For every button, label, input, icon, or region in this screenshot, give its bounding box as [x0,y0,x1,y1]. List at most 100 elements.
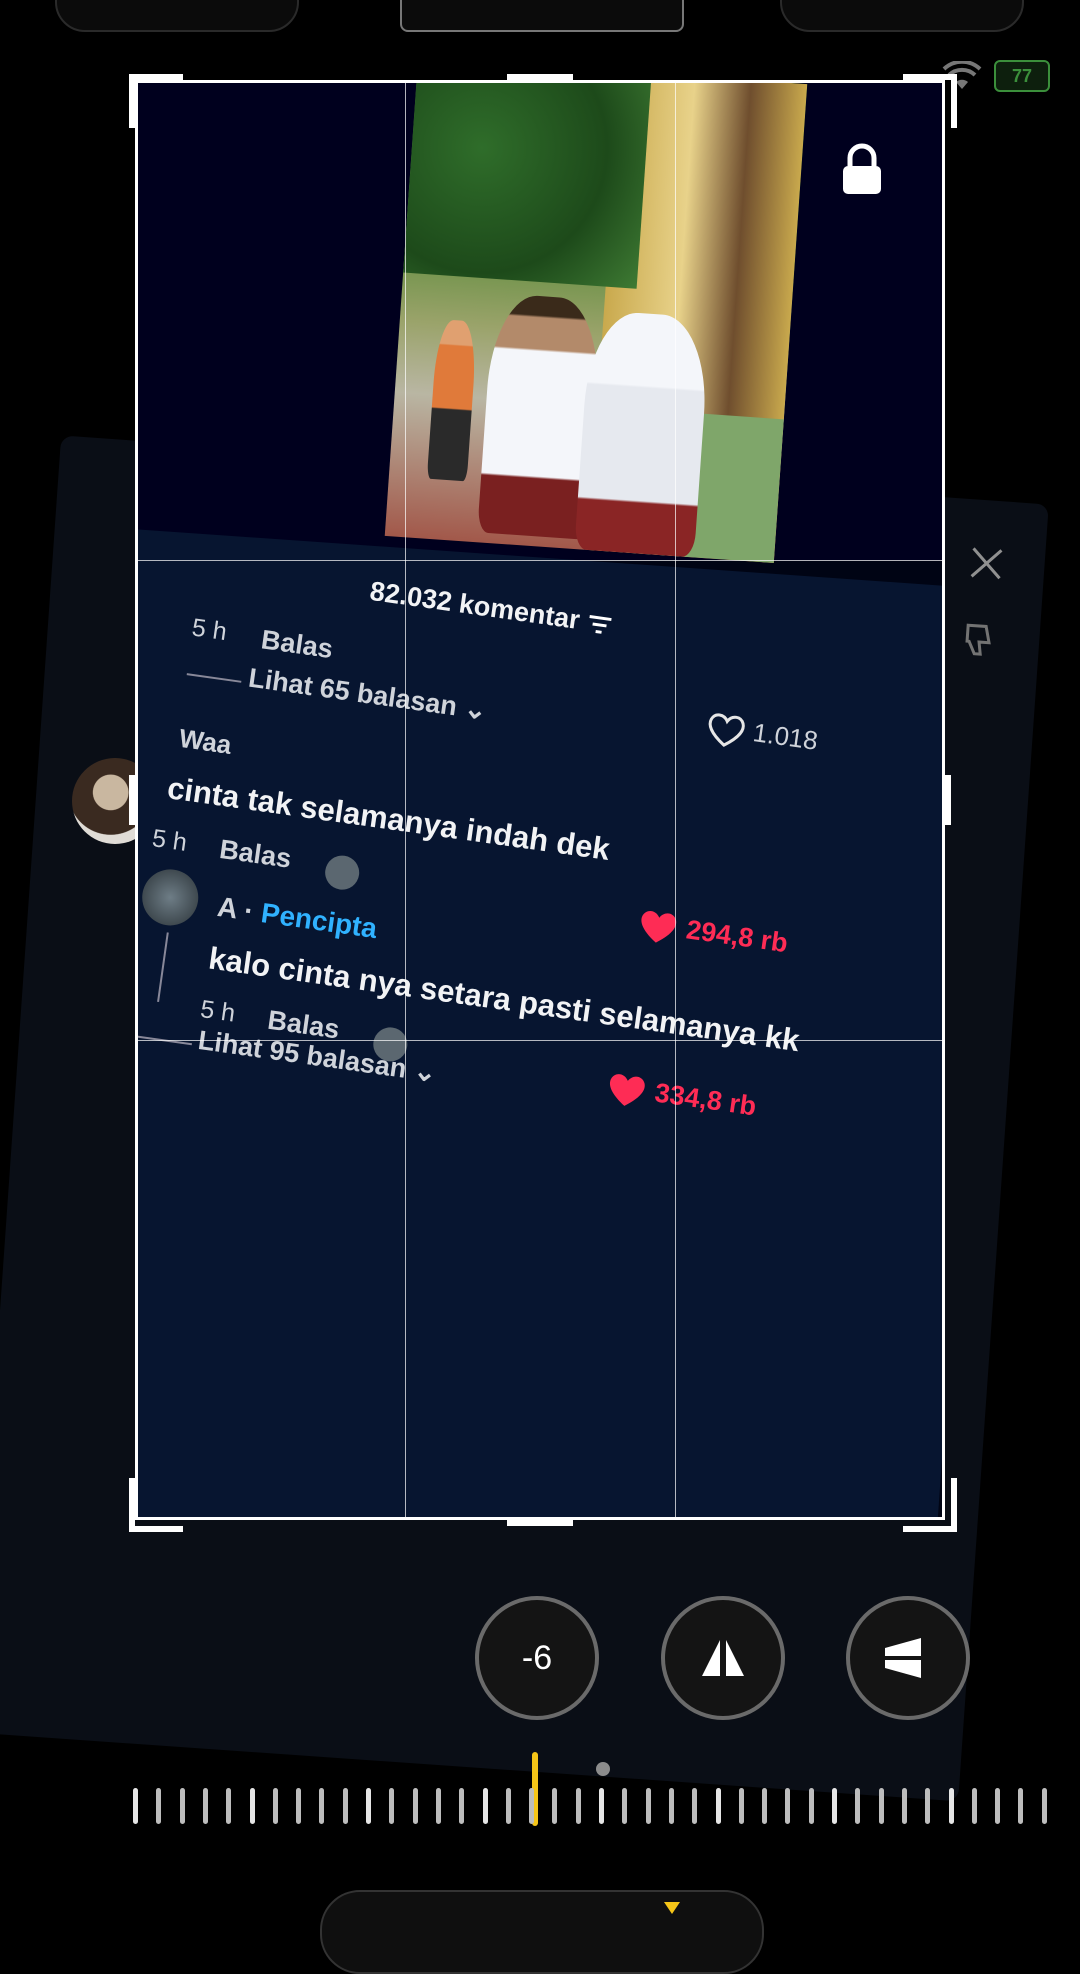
crop-handle-top-right[interactable] [903,74,957,128]
person-girl [574,309,711,558]
ruler-tick [296,1788,302,1824]
lock-icon[interactable] [840,142,884,196]
ruler-tick [668,1788,674,1824]
crop-handle-bottom-right[interactable] [903,1478,957,1532]
top-left-control[interactable] [55,0,299,32]
see-replies-65[interactable]: Lihat 65 balasan ⌄ [247,663,489,727]
grid-line-h2 [135,1040,945,1041]
status-bar: 77 [942,60,1050,92]
ruler-center-dot [596,1762,610,1776]
like-count: 334,8 rb [652,1077,759,1122]
flip-vertical-button[interactable] [661,1596,785,1720]
ruler-tick [878,1788,884,1824]
reply-time: 5 h [150,824,188,858]
like-count: 1.018 [751,717,820,756]
close-icon[interactable] [967,544,1005,582]
ruler-tick [692,1788,698,1824]
crop-handle-bottom-left[interactable] [129,1478,183,1532]
ruler-tick [948,1788,954,1824]
crop-handle-left[interactable] [129,775,137,825]
flip-horizontal-button[interactable] [846,1596,970,1720]
reply-label[interactable]: Balas [259,624,335,664]
active-tab-indicator [664,1902,680,1914]
ruler-tick [1018,1788,1024,1824]
ruler-tick [505,1788,511,1824]
reply-button[interactable]: Balas [259,624,335,665]
time-label: 5 h [150,824,189,857]
rotation-ruler[interactable] [133,1788,1047,1828]
ruler-tick [389,1788,395,1824]
ruler-tick [552,1788,558,1824]
ruler-tick [832,1788,837,1824]
reply-time: 5 h [198,995,237,1029]
reply-button[interactable]: Balas [217,834,294,875]
heart-icon[interactable] [603,1069,650,1112]
top-center-control[interactable] [400,0,684,32]
ruler-tick [459,1788,465,1824]
ruler-tick [645,1788,651,1824]
username-label[interactable]: Waa [177,723,233,760]
ruler-tick [855,1788,861,1824]
creator-badge: Pencipta [259,897,380,945]
crop-handle-top-left[interactable] [129,74,183,128]
creator-liked-avatar [322,853,362,892]
like-count-c1[interactable]: 294,8 rb [635,905,790,964]
avatar[interactable] [138,865,202,930]
person-child [426,318,478,482]
ruler-tick [808,1788,814,1824]
ruler-tick [156,1788,162,1824]
ruler-tick [785,1788,791,1824]
thread-line [157,932,169,1002]
crop-handle-top[interactable] [507,74,573,82]
ruler-tick [202,1788,208,1824]
comment-username[interactable]: A · Pencipta [215,891,380,945]
ruler-tick [1041,1788,1047,1824]
grid-line-v1 [405,80,406,1520]
ruler-tick [925,1788,931,1824]
like-count-c2[interactable]: 334,8 rb [603,1069,758,1128]
ruler-tick [226,1788,232,1824]
ruler-tick [412,1788,418,1824]
crop-area[interactable]: 82.032 komentar 5 h Balas Lihat 65 balas… [135,80,945,1520]
grid-line-h1 [135,560,945,561]
filter-icon[interactable] [585,613,614,636]
thumb-down-icon[interactable] [958,619,1001,662]
ruler-tick [482,1788,488,1824]
rotation-angle-button[interactable]: -6 [475,1596,599,1720]
ruler-tick [995,1788,1001,1824]
ruler-tick [575,1788,581,1824]
tree-canopy [403,80,652,289]
grid-line-v2 [675,80,676,1520]
ruler-tick [249,1788,255,1824]
ruler-tick [319,1788,325,1824]
rotation-value: -6 [521,1638,553,1677]
like-count-1018[interactable]: 1.018 [704,710,820,761]
top-right-control[interactable] [780,0,1024,32]
battery-icon: 77 [994,60,1050,92]
ruler-tick [622,1788,628,1824]
ruler-tick [715,1788,721,1824]
reply-label[interactable]: Balas [218,834,294,874]
see-replies-label[interactable]: Lihat 65 balasan [247,663,459,722]
ruler-tick [529,1788,535,1824]
crop-handle-right[interactable] [943,775,951,825]
ruler-tick [738,1788,744,1824]
reply-time: 5 h [190,614,228,648]
crop-handle-bottom[interactable] [507,1518,573,1526]
comment-username[interactable]: Waa [177,723,233,761]
ruler-tick [971,1788,977,1824]
username-label[interactable]: A · [216,891,264,928]
ruler-tick [133,1788,138,1824]
ruler-tick [901,1788,907,1824]
ruler-tick [599,1788,604,1824]
photo [384,80,808,564]
like-count: 294,8 rb [684,914,790,959]
photo-background [135,80,945,564]
battery-level: 77 [1011,65,1033,86]
divider-line [186,673,242,683]
ruler-tick [435,1788,441,1824]
bottom-toolbar[interactable] [320,1890,764,1974]
heart-icon[interactable] [704,710,749,751]
comment-count-label: 82.032 komentar [368,575,582,636]
ruler-tick [342,1788,348,1824]
